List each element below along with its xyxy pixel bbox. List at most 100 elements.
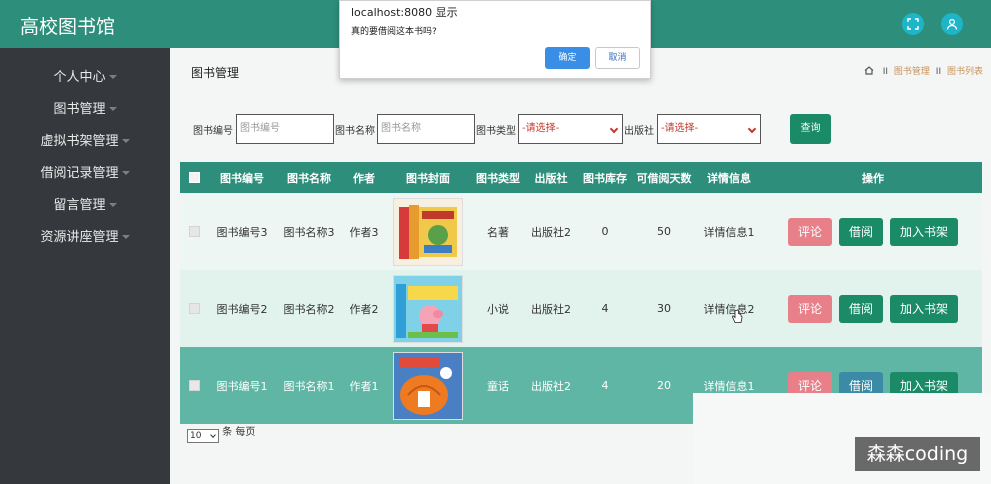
cell-days: 20 [657,379,671,392]
select-all-checkbox[interactable] [188,172,200,183]
dialog-cancel-button[interactable]: 取消 [595,47,640,69]
caret-down-icon [108,203,117,207]
cell-book-no: 图书编号1 [216,379,268,393]
cell-days: 30 [657,302,671,315]
sidebar-item-borrow-records[interactable]: 借阅记录管理 [0,164,170,184]
breadcrumb-separator: II [882,67,889,77]
publisher-value: -请选择- [661,123,699,134]
row-checkbox[interactable] [188,226,200,237]
sidebar-item-personal-center[interactable]: 个人中心 [0,68,170,88]
cell-publisher: 出版社2 [531,302,571,316]
borrow-button[interactable]: 借阅 [839,217,883,246]
sidebar-item-label: 资源讲座管理 [40,230,119,245]
cell-book-name: 图书名称3 [283,225,335,239]
book-no-label: 图书编号 [193,126,233,137]
row-checkbox[interactable] [188,380,200,391]
cell-book-no: 图书编号3 [216,225,268,239]
caret-down-icon [108,75,117,79]
table-header: 图书编号 图书名称 作者 图书封面 图书类型 出版社 图书库存 可借阅天数 详情… [180,162,982,193]
chevron-down-icon [747,124,757,134]
cell-author: 作者1 [349,379,379,393]
user-button[interactable] [941,13,963,35]
breadcrumb-level1[interactable]: 图书管理 [894,67,930,77]
add-to-shelf-button[interactable]: 加入书架 [890,294,958,323]
cell-book-name: 图书名称2 [283,302,335,316]
breadcrumb-separator: II [935,67,942,77]
query-button[interactable]: 查询 [790,114,831,144]
cell-stock: 4 [601,379,609,392]
page-size-select[interactable]: 10 [187,429,219,443]
header-author[interactable]: 作者 [342,162,386,193]
book-cover-image [393,351,463,420]
cell-stock: 4 [601,302,609,315]
app-brand: 高校图书馆 [20,16,116,38]
sidebar-item-label: 留言管理 [53,198,106,213]
sidebar-item-virtual-shelf[interactable]: 虚拟书架管理 [0,132,170,152]
cell-author: 作者3 [349,225,379,239]
row-checkbox[interactable] [188,303,200,314]
publisher-label: 出版社 [624,126,654,137]
comment-button[interactable]: 评论 [788,294,832,323]
dialog-message: 真的要借阅这本书吗? [351,27,437,37]
breadcrumb: II 图书管理 II 图书列表 [864,64,983,77]
header-publisher[interactable]: 出版社 [526,162,576,193]
book-no-input[interactable]: 图书编号 [236,114,334,144]
header-book-name[interactable]: 图书名称 [276,162,342,193]
chevron-down-icon [609,124,619,134]
watermark: 森森coding [855,437,980,471]
header-actions: 操作 [862,171,884,185]
header-detail: 详情信息 [707,171,751,185]
cell-type: 童话 [487,379,509,393]
header-book-no[interactable]: 图书编号 [208,162,276,193]
cell-days: 50 [657,225,671,238]
book-type-label: 图书类型 [476,126,516,137]
confirm-dialog: localhost:8080 显示 真的要借阅这本书吗? 确定 取消 [339,0,651,79]
sidebar: 个人中心 图书管理 虚拟书架管理 借阅记录管理 留言管理 资源讲座管理 [0,48,170,484]
sidebar-item-lectures[interactable]: 资源讲座管理 [0,228,170,248]
fullscreen-button[interactable] [902,13,924,35]
header-days[interactable]: 可借阅天数 [634,162,694,193]
book-name-label: 图书名称 [335,126,375,137]
borrow-button[interactable]: 借阅 [839,294,883,323]
header-cover: 图书封面 [406,171,450,185]
comment-button[interactable]: 评论 [788,217,832,246]
cell-book-name: 图书名称1 [283,379,335,393]
caret-down-icon [121,139,130,143]
dialog-ok-button[interactable]: 确定 [545,47,590,69]
sidebar-item-label: 虚拟书架管理 [40,134,119,149]
caret-down-icon [121,235,130,239]
sidebar-item-label: 借阅记录管理 [40,166,119,181]
cell-detail: 详情信息2 [703,302,755,316]
table-row[interactable]: 图书编号3 图书名称3 作者3 名著 出版社2 0 50 详情信息1 评论 借阅… [180,193,982,270]
header-stock[interactable]: 图书库存 [576,162,634,193]
sidebar-item-book-management[interactable]: 图书管理 [0,100,170,120]
book-type-select[interactable]: -请选择- [518,114,623,144]
caret-down-icon [121,171,130,175]
sidebar-item-messages[interactable]: 留言管理 [0,196,170,216]
cell-detail: 详情信息1 [703,225,755,239]
page-size-suffix: 条 每页 [222,427,256,438]
hand-cursor-icon [732,309,743,323]
sidebar-item-label: 个人中心 [53,70,106,85]
cell-type: 名著 [487,225,509,239]
book-cover-image [393,274,463,343]
publisher-select[interactable]: -请选择- [657,114,761,144]
dialog-title: localhost:8080 显示 [351,6,458,19]
book-name-input[interactable]: 图书名称 [377,114,475,144]
book-type-value: -请选择- [522,123,560,134]
sidebar-item-label: 图书管理 [53,102,106,117]
chevron-down-icon [210,432,216,438]
home-icon[interactable] [864,66,874,75]
add-to-shelf-button[interactable]: 加入书架 [890,217,958,246]
cell-book-no: 图书编号2 [216,302,268,316]
fullscreen-icon [907,18,919,30]
pagination: 10 条 每页 [187,423,255,443]
page-size-value: 10 [190,431,202,441]
cell-type: 小说 [487,302,509,316]
table-row[interactable]: 图书编号2 图书名称2 作者2 小说 出版社2 4 30 详情信息2 评论 借阅… [180,270,982,347]
cell-publisher: 出版社2 [531,225,571,239]
header-type[interactable]: 图书类型 [470,162,526,193]
page-title: 图书管理 [191,66,240,80]
breadcrumb-level2: 图书列表 [946,67,983,77]
book-cover-image [393,197,463,266]
